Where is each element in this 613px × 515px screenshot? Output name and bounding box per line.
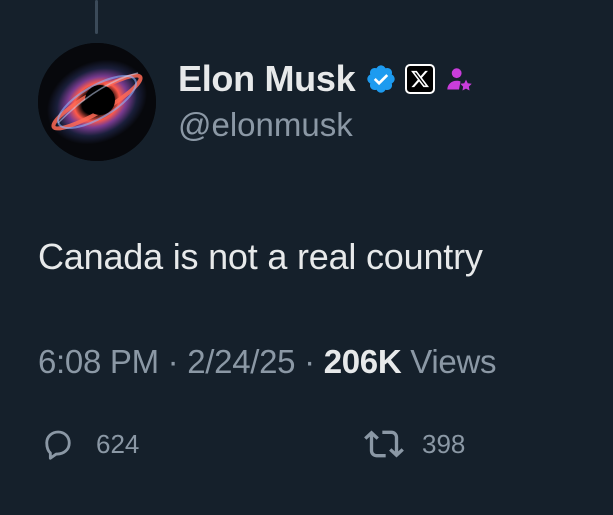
meta-separator: · (295, 343, 324, 380)
x-affiliate-badge-icon[interactable] (405, 64, 436, 94)
affiliate-person-icon[interactable] (445, 65, 473, 93)
tweet-author: Elon Musk @elonmusk (178, 56, 593, 144)
retweet-icon (364, 424, 404, 464)
verified-badge-icon[interactable] (365, 63, 397, 95)
author-display-name[interactable]: Elon Musk (178, 58, 356, 100)
thread-connector-line (95, 0, 98, 34)
reply-count: 624 (96, 428, 140, 459)
reply-icon (38, 424, 78, 464)
views-count[interactable]: 206K (324, 343, 402, 380)
tweet-time[interactable]: 6:08 PM (38, 343, 159, 380)
retweet-count: 398 (422, 428, 466, 459)
black-hole-avatar-icon (38, 43, 156, 161)
tweet-text: Canada is not a real country (38, 236, 483, 277)
avatar[interactable] (38, 43, 156, 161)
tweet-meta: 6:08 PM · 2/24/25 · 206K Views (38, 343, 497, 381)
author-name-row: Elon Musk (178, 56, 593, 102)
tweet-actions: 624 398 (38, 423, 578, 465)
views-label: Views (401, 343, 497, 380)
meta-separator: · (158, 343, 188, 380)
reply-button[interactable]: 624 (38, 423, 139, 465)
tweet-date[interactable]: 2/24/25 (187, 343, 295, 380)
author-handle[interactable]: @elonmusk (178, 106, 593, 144)
retweet-button[interactable]: 398 (364, 423, 465, 465)
